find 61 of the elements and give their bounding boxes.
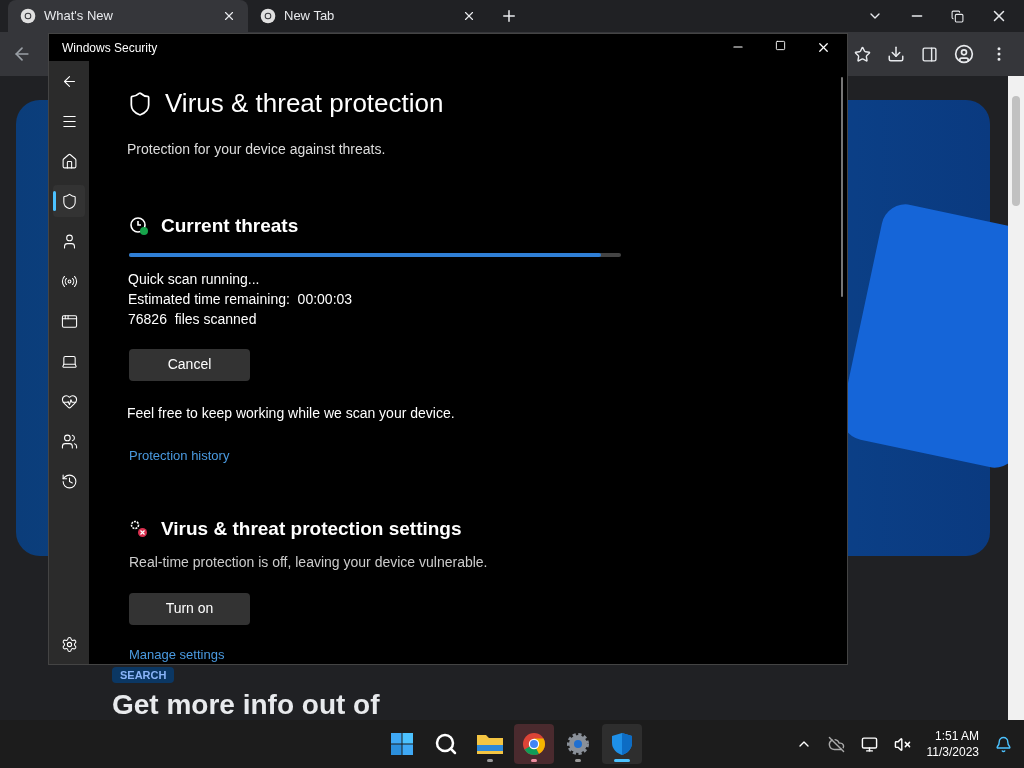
family-icon xyxy=(60,432,78,450)
settings-icon xyxy=(60,635,78,653)
windows-logo-icon xyxy=(390,732,414,756)
cloud-off-icon[interactable] xyxy=(827,735,845,753)
page-title: Virus & threat protection xyxy=(165,87,444,120)
new-tab-icon[interactable] xyxy=(500,7,518,25)
profile-icon[interactable] xyxy=(954,44,974,64)
selection-indicator xyxy=(53,191,56,211)
taskbar-app[interactable] xyxy=(602,724,642,764)
gear-icon xyxy=(566,732,590,756)
page-subtitle: Protection for your device against threats. xyxy=(127,140,387,159)
running-indicator xyxy=(575,759,581,762)
history-icon xyxy=(60,472,78,490)
health-icon xyxy=(60,392,78,410)
side-panel-icon[interactable] xyxy=(921,45,938,63)
folder-icon xyxy=(476,732,504,756)
clock-check-icon xyxy=(129,216,149,237)
chrome-logo-icon xyxy=(522,732,546,756)
browser-tab[interactable]: What's New xyxy=(8,0,248,32)
close-icon[interactable] xyxy=(222,9,236,23)
info-text: Feel free to keep working while we scan your device. xyxy=(127,403,456,423)
restore-icon[interactable] xyxy=(951,9,964,23)
chrome-logo-icon xyxy=(260,8,276,24)
clock-date[interactable]: 11/3/2023 xyxy=(926,744,979,760)
volume-muted-icon[interactable] xyxy=(893,735,911,753)
shield-icon xyxy=(60,192,78,210)
close-icon[interactable] xyxy=(816,40,831,55)
notification-bell-icon[interactable] xyxy=(995,735,1012,753)
search-chip: SEARCH xyxy=(112,667,175,683)
page-heading: Get more info out of xyxy=(112,690,380,720)
shield-icon xyxy=(127,90,153,117)
section-title: Virus & threat protection settings xyxy=(161,517,462,541)
tab-title: What's New xyxy=(44,7,114,26)
scan-status-text: Quick scan running... xyxy=(128,269,261,289)
protection-status-text: Real-time protection is off, leaving your device vulnerable. xyxy=(129,552,489,572)
protection-history-link[interactable]: Protection history xyxy=(129,445,847,465)
section-title: Current threats xyxy=(161,214,299,238)
running-indicator xyxy=(487,759,493,762)
maximize-icon[interactable] xyxy=(775,40,786,51)
shield-icon xyxy=(610,732,634,756)
cancel-button[interactable]: Cancel xyxy=(129,348,250,381)
app-icon xyxy=(60,312,78,330)
gears-warning-icon xyxy=(129,519,149,540)
scan-status-text: 76826 files scanned xyxy=(128,309,258,329)
home-icon xyxy=(60,152,78,170)
scan-status-text: Estimated time remaining: 00:00:03 xyxy=(128,289,354,309)
browser-tab[interactable]: New Tab xyxy=(248,0,488,32)
tab-title: New Tab xyxy=(284,7,336,26)
manage-settings-link[interactable]: Manage settings xyxy=(129,644,847,664)
close-icon[interactable] xyxy=(462,9,476,23)
chrome-logo-icon xyxy=(20,8,36,24)
running-indicator xyxy=(614,759,630,762)
search-icon xyxy=(434,732,458,756)
clock-time[interactable]: 1:51 AM xyxy=(934,728,979,744)
window-title: Windows Security xyxy=(62,39,159,57)
taskbar-app[interactable] xyxy=(514,724,554,764)
shield-nav-item[interactable] xyxy=(53,185,85,217)
running-indicator xyxy=(531,759,537,762)
bookmark-star-icon[interactable] xyxy=(854,45,871,63)
download-icon[interactable] xyxy=(887,45,905,63)
turn-on-button[interactable]: Turn on xyxy=(129,592,250,625)
